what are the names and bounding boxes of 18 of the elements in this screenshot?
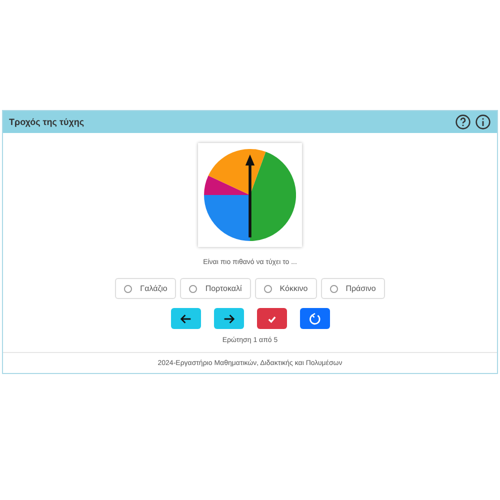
answer-option[interactable]: Κόκκινο [254,278,317,299]
help-icon[interactable] [455,114,471,130]
refresh-icon [308,312,322,326]
arrow-right-icon [222,312,236,326]
answer-option[interactable]: Γαλάζιο [115,278,176,299]
check-button[interactable] [256,308,286,329]
radio-button[interactable] [330,284,338,292]
radio-button[interactable] [264,284,272,292]
answer-option[interactable]: Πορτοκαλί [180,278,251,299]
radio-button[interactable] [189,284,198,292]
next-button[interactable] [214,308,244,329]
answer-option[interactable]: Πράσινο [320,278,385,299]
info-icon[interactable] [475,114,491,130]
back-button[interactable] [170,308,200,329]
arrow-left-icon [178,312,192,326]
window-title: Τροχός της τύχης [9,117,84,127]
restart-button[interactable] [300,308,330,329]
radio-button[interactable] [124,284,132,292]
